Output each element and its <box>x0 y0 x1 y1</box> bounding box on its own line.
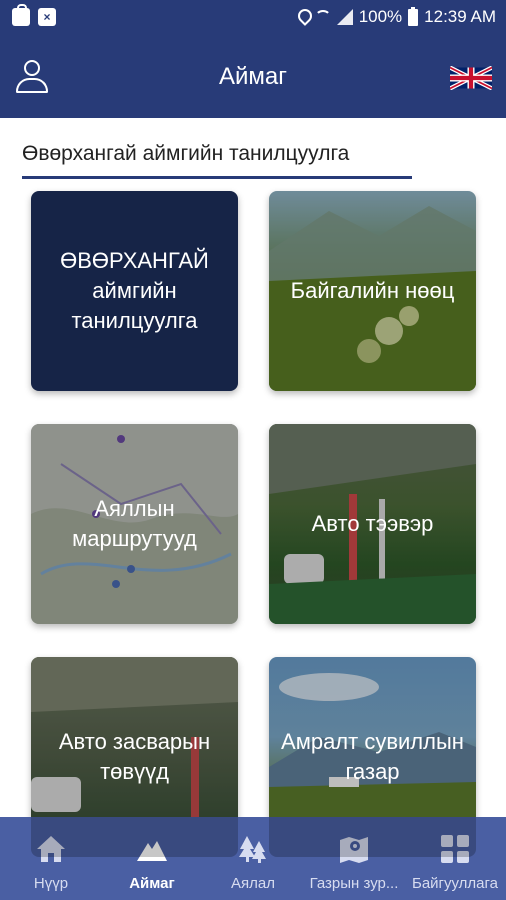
wifi-icon <box>314 10 331 24</box>
tile-label: Аяллын маршрутууд <box>72 496 197 551</box>
nav-label: Аялал <box>231 875 275 892</box>
app-bar: Аймаг <box>0 36 506 118</box>
tile-resorts[interactable]: Амралт сувиллын газар <box>269 657 476 857</box>
trees-icon <box>239 836 266 863</box>
tile-auto-repair[interactable]: Авто засварын төвүүд <box>31 657 238 857</box>
uk-flag-icon[interactable] <box>450 66 492 90</box>
nav-label: Газрын зур... <box>309 875 399 892</box>
tile-label: Авто тээвэр <box>311 511 434 536</box>
status-bar: × 100% 12:39 AM <box>0 0 506 36</box>
tile-label: Амралт сувиллын газар <box>281 729 464 784</box>
tile-label: Байгалийн нөөц <box>290 278 455 303</box>
page-title: Аймаг <box>218 63 287 90</box>
tile-introduction[interactable]: ӨВӨРХАНГАЙ аймгийн танилцуулга <box>31 191 238 391</box>
battery-icon <box>408 6 419 26</box>
tile-auto-transport[interactable]: Авто тээвэр <box>269 424 476 624</box>
nav-label: Нүүр <box>33 875 69 892</box>
battery-level: 100% <box>358 7 403 26</box>
signal-icon <box>336 9 353 25</box>
nav-label: Аймаг <box>129 875 175 892</box>
nav-label: Байгууллага <box>411 875 499 892</box>
tile-natural-resources[interactable]: Байгалийн нөөц <box>269 191 476 391</box>
tile-label: Авто засварын төвүүд <box>58 729 211 784</box>
close-box-icon: × <box>38 8 56 26</box>
section-divider <box>22 176 412 179</box>
section-title: Өвөрхангай аймгийн танилцуулга <box>22 142 350 165</box>
tile-travel-routes[interactable]: Аяллын маршрутууд <box>31 424 238 624</box>
location-pin-icon <box>297 9 309 25</box>
shopping-bag-icon <box>12 4 30 26</box>
tile-label: ӨВӨРХАНГАЙ аймгийн танилцуулга <box>60 248 209 333</box>
clock: 12:39 AM <box>424 7 496 26</box>
